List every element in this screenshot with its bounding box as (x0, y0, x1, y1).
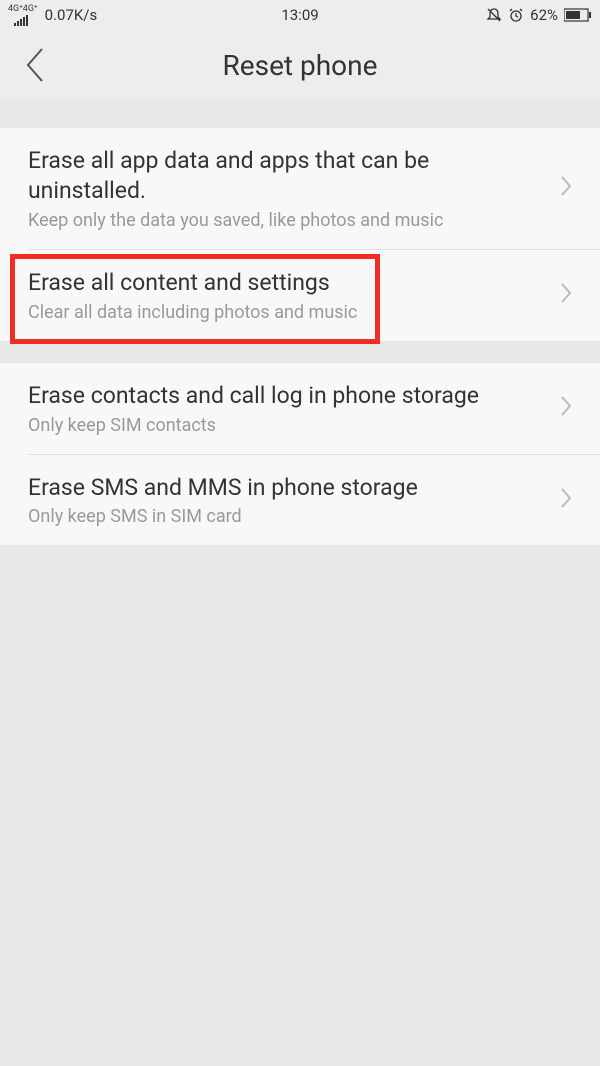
status-bar: 4G⁺4G⁺ 0.07K/s 13:09 62% (0, 0, 600, 30)
list-item-title: Erase contacts and call log in phone sto… (28, 381, 532, 411)
erase-contacts-item[interactable]: Erase contacts and call log in phone sto… (0, 363, 600, 454)
chevron-right-icon (560, 487, 572, 513)
chevron-right-icon (560, 395, 572, 421)
back-icon (24, 46, 46, 84)
battery-pct-label: 62% (530, 6, 558, 24)
list-item-content: Erase contacts and call log in phone sto… (28, 381, 572, 436)
list-item-subtitle: Clear all data including photos and musi… (28, 302, 532, 323)
spacer (0, 341, 600, 363)
status-bar-left: 4G⁺4G⁺ 0.07K/s (8, 5, 97, 26)
signal-net-label: 4G⁺4G⁺ (8, 5, 38, 14)
list-item-content: Erase all app data and apps that can be … (28, 146, 572, 231)
status-bar-time: 13:09 (281, 6, 318, 24)
erase-sms-item[interactable]: Erase SMS and MMS in phone storage Only … (0, 455, 600, 546)
list-item-title: Erase SMS and MMS in phone storage (28, 473, 532, 503)
erase-all-content-item[interactable]: Erase all content and settings Clear all… (0, 250, 600, 341)
list-item-title: Erase all content and settings (28, 268, 532, 298)
list-item-subtitle: Only keep SMS in SIM card (28, 506, 532, 527)
list-item-subtitle: Only keep SIM contacts (28, 415, 532, 436)
signal-icon (14, 14, 32, 26)
data-speed-label: 0.07K/s (45, 6, 98, 24)
list-item-title: Erase all app data and apps that can be … (28, 146, 532, 206)
chevron-right-icon (560, 175, 572, 201)
header: Reset phone (0, 30, 600, 100)
erase-app-data-item[interactable]: Erase all app data and apps that can be … (0, 128, 600, 249)
alarm-icon (508, 7, 524, 23)
status-bar-right: 62% (486, 6, 592, 24)
back-button[interactable] (24, 46, 46, 84)
reset-section-2: Erase contacts and call log in phone sto… (0, 363, 600, 546)
reset-section-1: Erase all app data and apps that can be … (0, 128, 600, 341)
spacer (0, 100, 600, 128)
list-item-subtitle: Keep only the data you saved, like photo… (28, 210, 532, 231)
list-item-content: Erase SMS and MMS in phone storage Only … (28, 473, 572, 528)
chevron-right-icon (560, 282, 572, 308)
battery-icon (564, 8, 592, 22)
page-title: Reset phone (0, 49, 600, 82)
dnd-icon (486, 7, 502, 23)
list-item-content: Erase all content and settings Clear all… (28, 268, 572, 323)
